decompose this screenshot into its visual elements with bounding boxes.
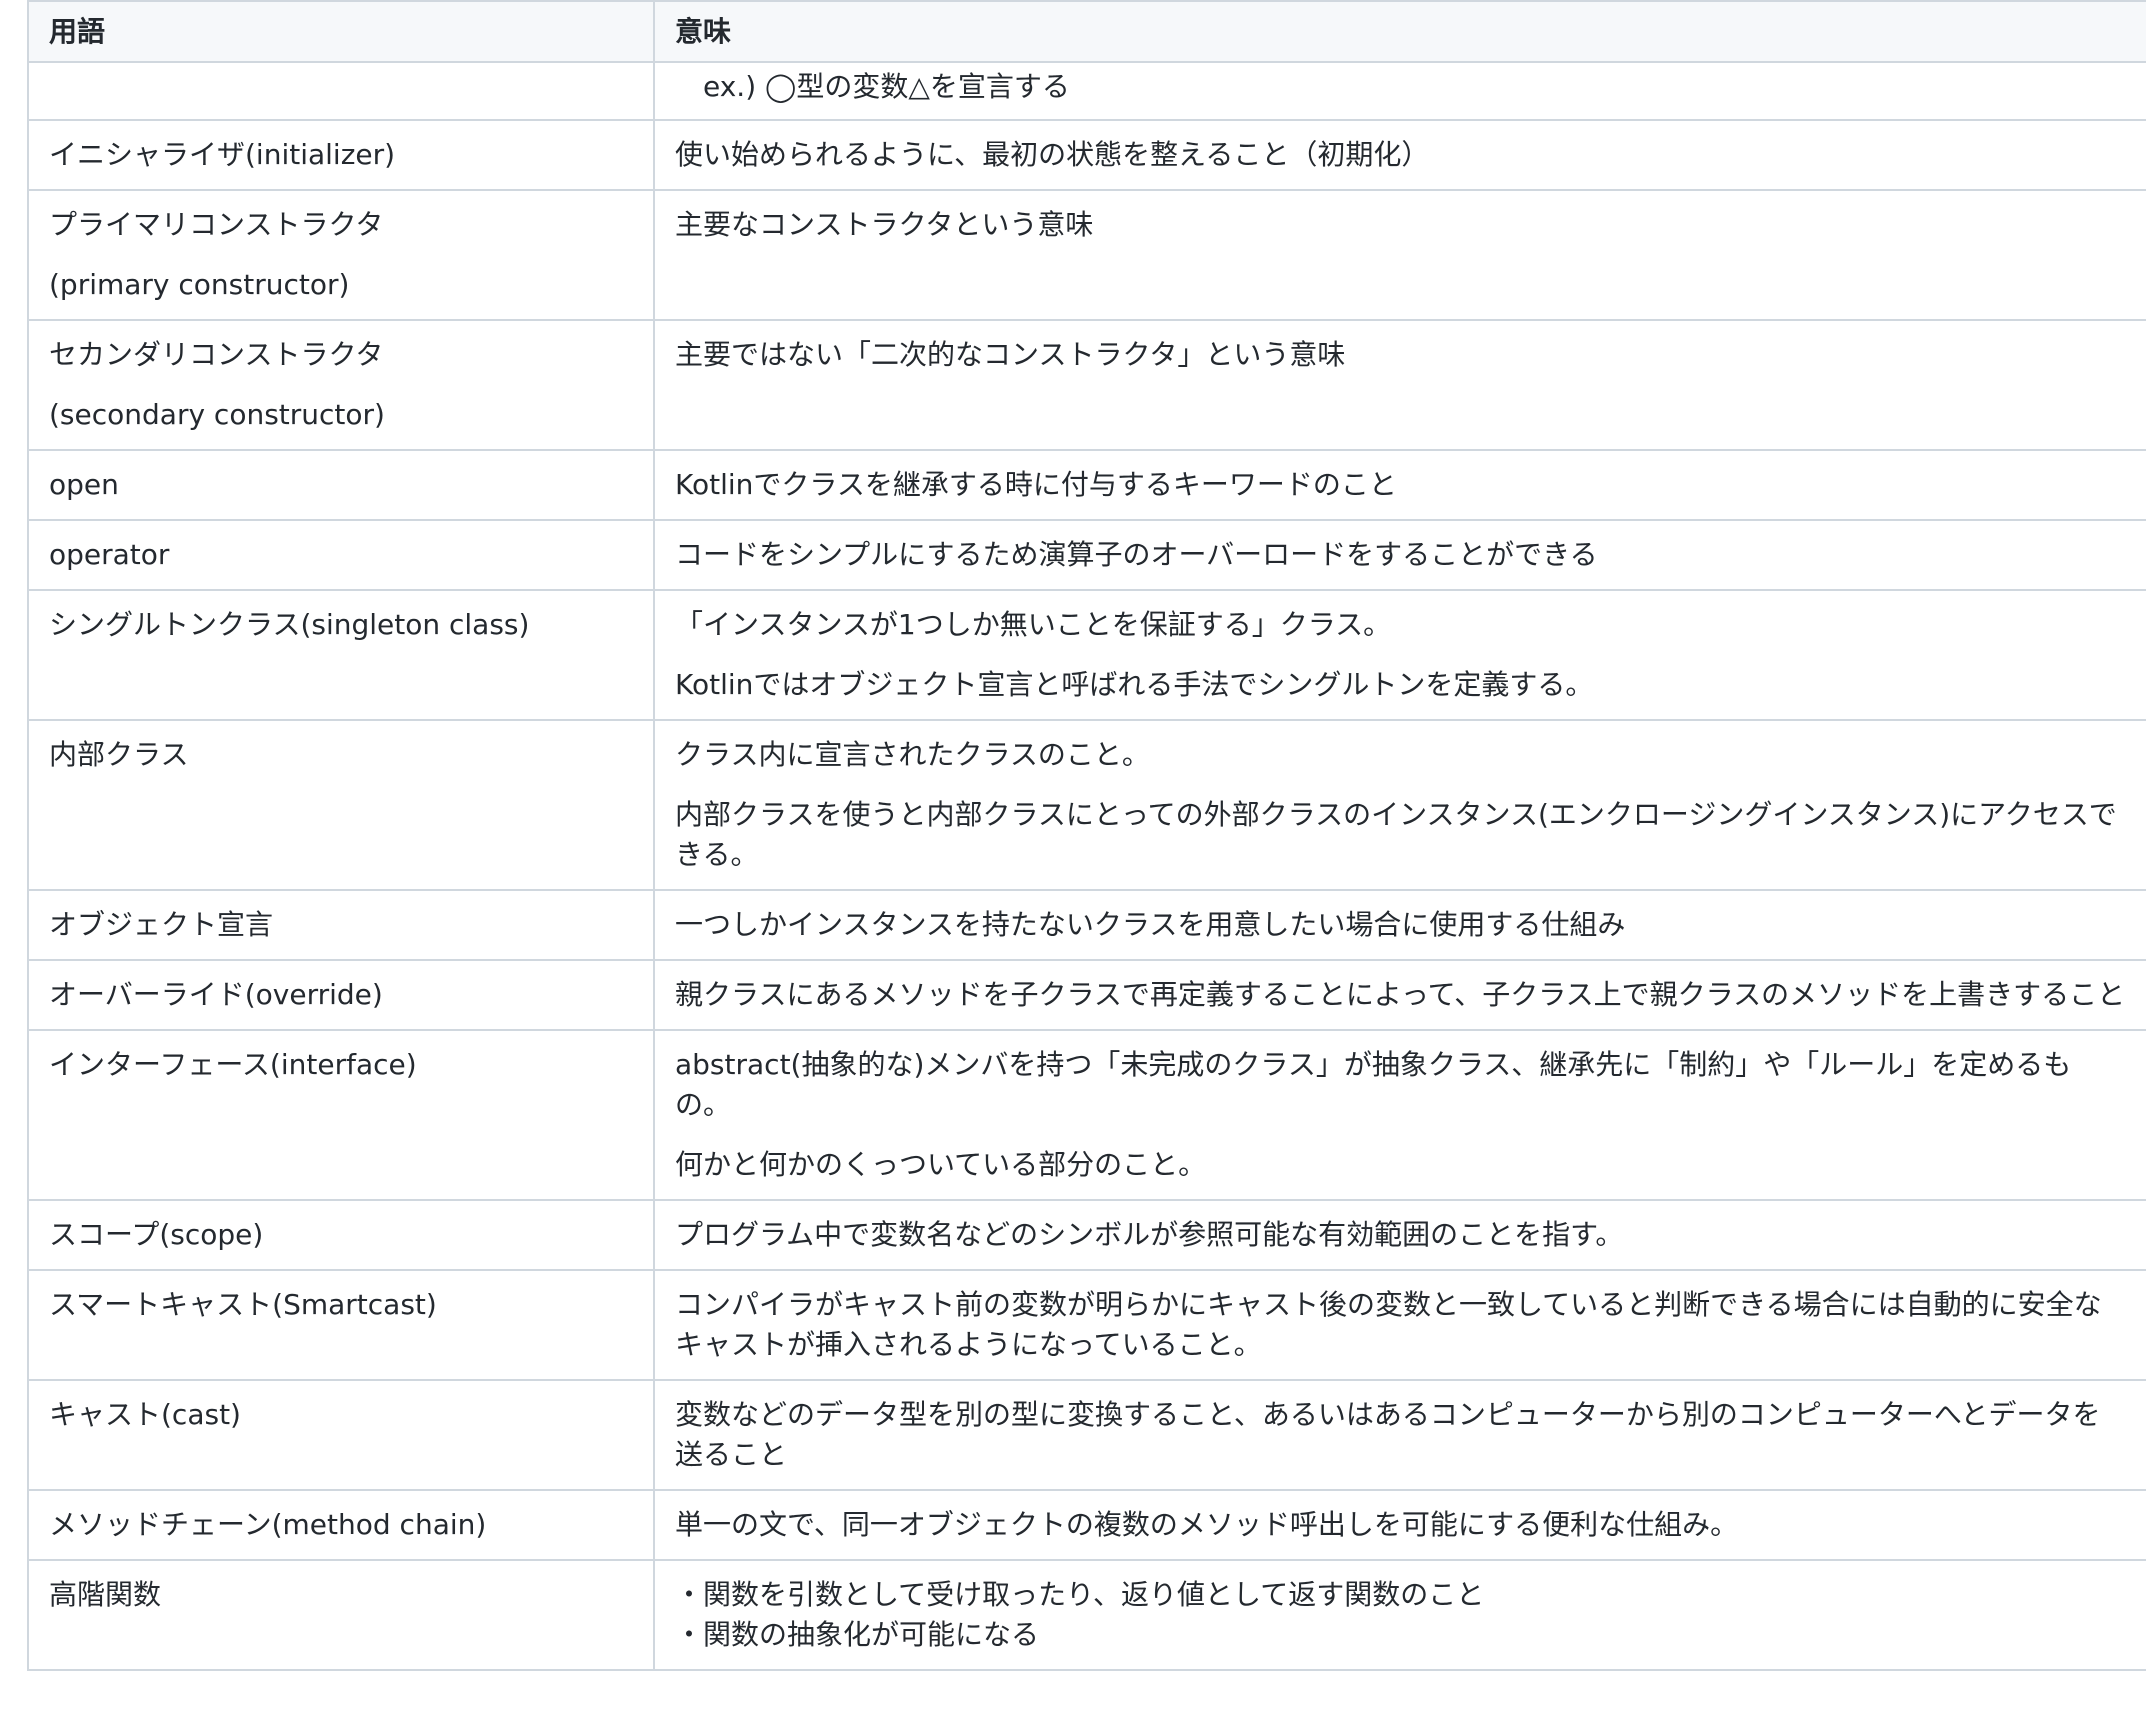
table-row: オブジェクト宣言 一つしかインスタンスを持たないクラスを用意したい場合に使用する仕… (27, 889, 2146, 961)
table-row: 内部クラス クラス内に宣言されたクラスのこと。内部クラスを使うと内部クラスにとって… (27, 719, 2146, 891)
table-row: スコープ(scope) プログラム中で変数名などのシンボルが参照可能な有効範囲のこ… (27, 1199, 2146, 1271)
term-text: operator (49, 538, 170, 571)
term-cell (27, 61, 655, 121)
meaning-cell: Kotlinでクラスを継承する時に付与するキーワードのこと (653, 449, 2146, 521)
term-cell: スコープ(scope) (27, 1199, 655, 1271)
term-text: シングルトンクラス(singleton class) (49, 608, 530, 641)
table-row: メソッドチェーン(method chain) 単一の文で、同一オブジェクトの複数の… (27, 1489, 2146, 1561)
meaning-cell: 単一の文で、同一オブジェクトの複数のメソッド呼出しを可能にする便利な仕組み。 (653, 1489, 2146, 1561)
term-text: プライマリコンストラクタ (49, 208, 384, 241)
term-text: キャスト(cast) (49, 1398, 241, 1431)
meaning-text: ex.) ◯型の変数△を宣言する (703, 70, 1070, 103)
table-row-partial: ex.) ◯型の変数△を宣言する (27, 61, 2146, 121)
term-text: (secondary constructor) (49, 398, 385, 431)
table-body: ex.) ◯型の変数△を宣言する イニシャライザ(initializer) 使い始… (27, 61, 2146, 1671)
meaning-cell: 「インスタンスが1つしか無いことを保証する」クラス。 Kotlinではオブジェクト… (653, 589, 2146, 721)
term-cell: オーバーライド(override) (27, 959, 655, 1031)
term-text: オーバーライド(override) (49, 978, 383, 1011)
meaning-text: 内部クラスを使うと内部クラスにとっての外部クラスのインスタンス(エンクロージング… (675, 798, 2117, 871)
term-text: インターフェース(interface) (49, 1048, 417, 1081)
meaning-cell: 変数などのデータ型を別の型に変換すること、あるいはあるコンピューターから別のコン… (653, 1379, 2146, 1491)
meaning-text: ・関数の抽象化が可能になる (675, 1618, 1040, 1651)
table-row: シングルトンクラス(singleton class) 「インスタンスが1つしか無い… (27, 589, 2146, 721)
table-row: openKotlinでクラスを継承する時に付与するキーワードのことJ (27, 449, 2146, 521)
glossary-table: 用語 意味 補 ex.) ◯型の変数△を宣言する イニシャライザ(initial… (27, 0, 2146, 1671)
meaning-text: プログラム中で変数名などのシンボルが参照可能な有効範囲のことを指す。 (675, 1218, 1624, 1251)
table-row: セカンダリコンストラクタ (secondary constructor) 主要ではな… (27, 319, 2146, 451)
term-text: open (49, 468, 119, 501)
term-text: セカンダリコンストラクタ (49, 338, 384, 371)
table-row: スマートキャスト(Smartcast) コンパイラがキャスト前の変数が明らかにキャ… (27, 1269, 2146, 1381)
term-text: 高階関数 (49, 1578, 162, 1611)
meaning-text: クラス内に宣言されたクラスのこと。 (675, 738, 1150, 771)
meaning-text: コンパイラがキャスト前の変数が明らかにキャスト後の変数と一致していると判断できる… (675, 1288, 2102, 1361)
term-cell: セカンダリコンストラクタ (secondary constructor) (27, 319, 655, 451)
table-row: インターフェース(interface) abstract(抽象的な)メンバを持つ「… (27, 1029, 2146, 1201)
meaning-text: 何かと何かのくっついている部分のこと。 (675, 1148, 1207, 1181)
term-cell: 内部クラス (27, 719, 655, 891)
meaning-text: 使い始められるように、最初の状態を整えること（初期化） (675, 138, 1430, 171)
table-row: オーバーライド(override) 親クラスにあるメソッドを子クラスで再定義するこ… (27, 959, 2146, 1031)
term-cell: キャスト(cast) (27, 1379, 655, 1491)
table-row: プライマリコンストラクタ (primary constructor) 主要なコンスト… (27, 189, 2146, 321)
term-text: スマートキャスト(Smartcast) (49, 1288, 437, 1321)
term-text: メソッドチェーン(method chain) (49, 1508, 487, 1541)
term-cell: インターフェース(interface) (27, 1029, 655, 1201)
term-cell: イニシャライザ(initializer) (27, 119, 655, 191)
meaning-text: 一つしかインスタンスを持たないクラスを用意したい場合に使用する仕組み (675, 908, 1626, 941)
meaning-cell: クラス内に宣言されたクラスのこと。内部クラスを使うと内部クラスにとっての外部クラ… (653, 719, 2146, 891)
meaning-cell: プログラム中で変数名などのシンボルが参照可能な有効範囲のことを指す。 (653, 1199, 2146, 1271)
meaning-text: 変数などのデータ型を別の型に変換すること、あるいはあるコンピューターから別のコン… (675, 1398, 2101, 1471)
meaning-cell: コードをシンプルにするため演算子のオーバーロードをすることができる (653, 519, 2146, 591)
term-text: 内部クラス (49, 738, 189, 771)
term-cell: open (27, 449, 655, 521)
table-row: 高階関数 ・関数を引数として受け取ったり、返り値として返す関数のこと ・関数の抽象化… (27, 1559, 2146, 1671)
table-row: キャスト(cast) 変数などのデータ型を別の型に変換すること、あるいはあるコンピ… (27, 1379, 2146, 1491)
table-header-row: 用語 意味 補 (27, 0, 2146, 63)
meaning-text: 主要ではない「二次的なコンストラクタ」という意味 (675, 338, 1346, 371)
meaning-cell: abstract(抽象的な)メンバを持つ「未完成のクラス」が抽象クラス、継承先に… (653, 1029, 2146, 1201)
term-cell: シングルトンクラス(singleton class) (27, 589, 655, 721)
meaning-cell: 一つしかインスタンスを持たないクラスを用意したい場合に使用する仕組み (653, 889, 2146, 961)
meaning-text: Kotlinでクラスを継承する時に付与するキーワードのこと (675, 468, 1397, 501)
table-row: イニシャライザ(initializer) 使い始められるように、最初の状態を整える… (27, 119, 2146, 191)
meaning-text: 親クラスにあるメソッドを子クラスで再定義することによって、子クラス上で親クラスの… (675, 978, 2126, 1011)
meaning-cell: 使い始められるように、最初の状態を整えること（初期化） (653, 119, 2146, 191)
term-cell: プライマリコンストラクタ (primary constructor) (27, 189, 655, 321)
term-cell: オブジェクト宣言 (27, 889, 655, 961)
glossary-table-container: 用語 意味 補 ex.) ◯型の変数△を宣言する イニシャライザ(initial… (0, 0, 2146, 1718)
meaning-cell: コンパイラがキャスト前の変数が明らかにキャスト後の変数と一致していると判断できる… (653, 1269, 2146, 1381)
meaning-cell: 親クラスにあるメソッドを子クラスで再定義することによって、子クラス上で親クラスの… (653, 959, 2146, 1031)
term-text: (primary constructor) (49, 268, 350, 301)
column-header-term: 用語 (27, 0, 655, 63)
column-header-meaning: 意味 (653, 0, 2146, 63)
meaning-text: コードをシンプルにするため演算子のオーバーロードをすることができる (675, 538, 1598, 571)
term-cell: スマートキャスト(Smartcast) (27, 1269, 655, 1381)
term-text: オブジェクト宣言 (49, 908, 274, 941)
meaning-cell: 主要ではない「二次的なコンストラクタ」という意味 (653, 319, 2146, 451)
meaning-text: 単一の文で、同一オブジェクトの複数のメソッド呼出しを可能にする便利な仕組み。 (675, 1508, 1739, 1541)
meaning-text: 主要なコンストラクタという意味 (675, 208, 1094, 241)
meaning-cell: ・関数を引数として受け取ったり、返り値として返す関数のこと ・関数の抽象化が可能に… (653, 1559, 2146, 1671)
term-text: スコープ(scope) (49, 1218, 264, 1251)
term-cell: 高階関数 (27, 1559, 655, 1671)
table-row: operator コードをシンプルにするため演算子のオーバーロードをすることができ… (27, 519, 2146, 591)
meaning-cell: ex.) ◯型の変数△を宣言する (653, 61, 2146, 121)
term-cell: operator (27, 519, 655, 591)
meaning-text: abstract(抽象的な)メンバを持つ「未完成のクラス」が抽象クラス、継承先に… (675, 1048, 2072, 1121)
term-cell: メソッドチェーン(method chain) (27, 1489, 655, 1561)
term-text: イニシャライザ(initializer) (49, 138, 396, 171)
meaning-text: Kotlinではオブジェクト宣言と呼ばれる手法でシングルトンを定義する。 (675, 668, 1594, 701)
meaning-text: 「インスタンスが1つしか無いことを保証する」クラス。 (675, 608, 1392, 641)
meaning-cell: 主要なコンストラクタという意味 (653, 189, 2146, 321)
meaning-text: ・関数を引数として受け取ったり、返り値として返す関数のこと (675, 1578, 1485, 1611)
